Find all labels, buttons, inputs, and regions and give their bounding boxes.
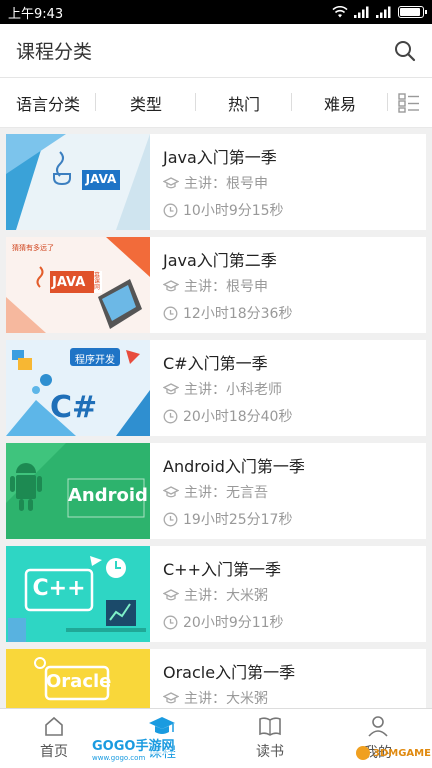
filter-type[interactable]: 类型 xyxy=(96,91,196,115)
course-duration: 10小时9分15秒 xyxy=(183,203,284,219)
filter-bar: 语言分类 类型 热门 难易 xyxy=(0,78,432,128)
course-title: Oracle入门第一季 xyxy=(163,663,296,682)
watermark-3dm: 3DMGAME xyxy=(356,746,431,760)
course-duration: 20小时9分11秒 xyxy=(183,615,284,631)
course-thumbnail: Android xyxy=(6,443,150,539)
grid-list-icon xyxy=(398,92,419,113)
thumb-label: Oracle xyxy=(46,671,112,692)
watermark-gogo-url: www.gogo.com xyxy=(92,754,146,762)
signal-icon-2 xyxy=(376,6,391,18)
clock-icon xyxy=(163,203,178,217)
course-teacher: 主讲：大米粥 xyxy=(184,588,268,604)
course-thumbnail: 程序开发 C# xyxy=(6,340,150,436)
course-duration: 12小时18分36秒 xyxy=(183,306,293,322)
watermark-gogo: GOGO手游网 www.gogo.com xyxy=(92,735,175,762)
tab-label: 首页 xyxy=(40,744,68,760)
course-thumbnail: 猜猜有多远了 JAVA 慕课网 xyxy=(6,237,150,333)
thumb-tag: 程序开发 xyxy=(75,355,115,366)
watermark-3dm-icon xyxy=(356,746,370,760)
course-teacher: 主讲：大米粥 xyxy=(184,691,268,707)
course-list: JAVA Java入门第一季 主讲：根号申 10小时9分15秒 猜猜有多远了 J… xyxy=(6,134,426,752)
course-title: C#入门第一季 xyxy=(163,354,268,373)
teacher-cap-icon xyxy=(163,486,179,498)
thumb-label: JAVA xyxy=(52,275,86,290)
clock-icon xyxy=(163,512,178,526)
course-teacher: 主讲：小科老师 xyxy=(184,382,282,398)
clock-icon xyxy=(163,306,178,320)
course-teacher: 主讲：无言吾 xyxy=(184,485,268,501)
teacher-cap-icon xyxy=(163,589,179,601)
course-card-java-1[interactable]: JAVA Java入门第一季 主讲：根号申 10小时9分15秒 xyxy=(6,134,426,230)
teacher-cap-icon xyxy=(163,177,179,189)
grid-view-toggle[interactable] xyxy=(388,92,430,113)
course-title: Android入门第一季 xyxy=(163,457,305,476)
status-time: 上午9:43 xyxy=(8,6,64,22)
course-card-cpp-1[interactable]: C++ C++入门第一季 主讲：大米粥 20小时9分11秒 xyxy=(6,546,426,642)
book-icon xyxy=(259,717,281,736)
wifi-icon xyxy=(332,6,348,18)
teacher-cap-icon xyxy=(163,692,179,704)
course-title: C++入门第一季 xyxy=(163,560,281,579)
search-icon[interactable] xyxy=(394,40,416,62)
thumb-label: C# xyxy=(50,390,98,425)
tab-label: 读书 xyxy=(256,744,284,760)
thumb-label: C++ xyxy=(32,576,86,601)
signal-icon xyxy=(354,6,369,18)
filter-difficulty[interactable]: 难易 xyxy=(292,91,388,115)
filter-hot[interactable]: 热门 xyxy=(196,91,292,115)
thumb-small-text: 猜猜有多远了 xyxy=(12,244,54,252)
course-thumbnail: C++ xyxy=(6,546,150,642)
course-title: Java入门第二季 xyxy=(163,251,277,270)
course-teacher: 主讲：根号申 xyxy=(184,176,268,192)
status-bar: 上午9:43 xyxy=(0,0,432,24)
user-icon xyxy=(368,716,388,737)
page-title: 课程分类 xyxy=(16,41,93,63)
watermark-gogo-text: GOGO手游网 xyxy=(92,735,175,754)
app-bar: 课程分类 xyxy=(0,24,432,78)
battery-icon xyxy=(398,6,427,18)
graduation-cap-icon xyxy=(149,717,175,734)
home-icon xyxy=(45,716,63,736)
thumb-label: JAVA xyxy=(85,172,117,186)
clock-icon xyxy=(163,615,178,629)
course-card-android-1[interactable]: Android Android入门第一季 主讲：无言吾 19小时25分17秒 xyxy=(6,443,426,539)
watermark-3dm-text: 3DMGAME xyxy=(373,747,431,759)
thumb-tag: 慕课网 xyxy=(94,272,101,291)
clock-icon xyxy=(163,409,178,423)
course-teacher: 主讲：根号申 xyxy=(184,279,268,295)
course-duration: 19小时25分17秒 xyxy=(183,512,293,528)
teacher-cap-icon xyxy=(163,383,179,395)
course-card-java-2[interactable]: 猜猜有多远了 JAVA 慕课网 Java入门第二季 主讲：根号申 12小时18分… xyxy=(6,237,426,333)
course-duration: 20小时18分40秒 xyxy=(183,409,293,425)
course-card-csharp-1[interactable]: 程序开发 C# C#入门第一季 主讲：小科老师 20小时18分40秒 xyxy=(6,340,426,436)
filter-language[interactable]: 语言分类 xyxy=(0,91,96,115)
course-title: Java入门第一季 xyxy=(163,148,277,167)
course-thumbnail: JAVA xyxy=(6,134,150,230)
status-icons xyxy=(332,6,427,18)
tab-books[interactable]: 读书 xyxy=(216,709,324,768)
teacher-cap-icon xyxy=(163,280,179,292)
thumb-label: Android xyxy=(68,485,148,506)
